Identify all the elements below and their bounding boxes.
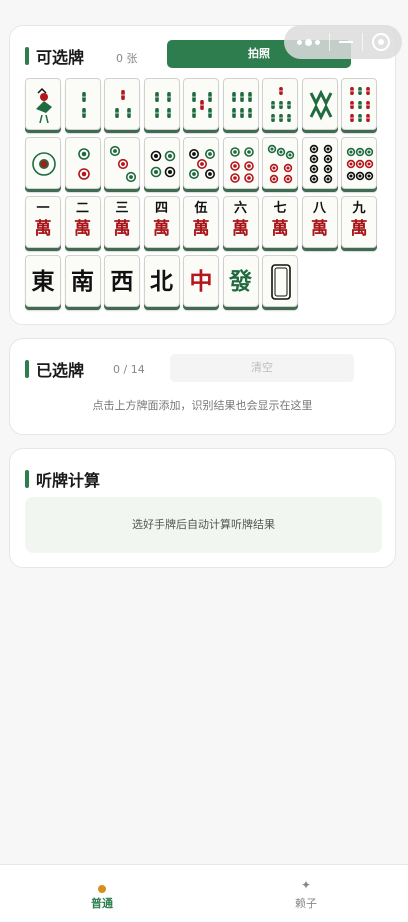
bamboo-tile-2[interactable]: [64, 78, 101, 130]
bamboo-tile-6[interactable]: [222, 78, 259, 130]
character-suit-glyph: 萬: [311, 219, 328, 239]
dots-tile-6[interactable]: [222, 137, 259, 189]
clear-button[interactable]: 清空: [170, 354, 354, 382]
character-tile-4[interactable]: 四萬: [143, 196, 180, 248]
character-numeral: 七: [273, 201, 287, 216]
dots-tile-5[interactable]: [183, 137, 219, 189]
honor-glyph-west: 西: [110, 268, 134, 295]
selected-tiles-card: 已选牌 0 / 14 清空 点击上方牌面添加，识别结果也会显示在这里: [9, 338, 396, 435]
honor-tile-green[interactable]: 發: [222, 255, 259, 307]
honor-tile-north[interactable]: 北: [143, 255, 180, 307]
ting-result-box: 选好手牌后自动计算听牌结果: [25, 497, 382, 553]
dots-tile-9[interactable]: [341, 137, 377, 189]
character-suit-glyph: 萬: [74, 219, 91, 239]
bamboo-tile-8[interactable]: [301, 78, 338, 130]
title-accent-bar: [25, 360, 29, 378]
selectable-count: 0 张: [116, 52, 138, 65]
title-accent-bar: [25, 470, 29, 488]
character-tile-6[interactable]: 六萬: [222, 196, 259, 248]
character-tile-3[interactable]: 三萬: [104, 196, 140, 248]
character-numeral: 六: [233, 201, 247, 216]
character-tile-5[interactable]: 伍萬: [183, 196, 219, 248]
honor-tile-west[interactable]: 西: [104, 255, 140, 307]
character-suit-glyph: 萬: [271, 219, 289, 239]
honor-glyph-east: 東: [31, 268, 55, 295]
selectable-header: 可选牌: [25, 46, 85, 67]
honor-tile-south[interactable]: 南: [64, 255, 101, 307]
character-numeral: 二: [75, 201, 89, 216]
selectable-tiles-card: 可选牌 0 张 拍照 一萬二萬三萬四萬伍萬六萬七萬八萬九萬東南西北中發: [9, 25, 396, 325]
character-numeral: 九: [352, 201, 366, 216]
bamboo-tile-1[interactable]: [25, 78, 61, 130]
honor-glyph-green: 發: [229, 268, 252, 295]
capsule-divider: [328, 33, 330, 51]
tab-normal-label: 普通: [91, 897, 113, 910]
character-tile-9[interactable]: 九萬: [341, 196, 377, 248]
character-suit-glyph: 萬: [350, 219, 368, 239]
bamboo-tile-7[interactable]: [262, 78, 298, 130]
character-tile-8[interactable]: 八萬: [301, 196, 338, 248]
character-suit-glyph: 萬: [113, 219, 131, 239]
tab-laizi[interactable]: ✦ 赖子: [204, 865, 408, 922]
character-tile-1[interactable]: 一萬: [25, 196, 61, 248]
honor-tile-east[interactable]: 東: [25, 255, 61, 307]
honor-tile-red[interactable]: 中: [183, 255, 219, 307]
minimize-icon[interactable]: [338, 41, 353, 43]
bamboo-tile-9[interactable]: [341, 78, 377, 130]
ting-placeholder: 选好手牌后自动计算听牌结果: [132, 518, 275, 531]
character-numeral: 一: [36, 201, 50, 216]
tab-laizi-label: 赖子: [295, 897, 317, 910]
character-suit-glyph: 萬: [153, 219, 170, 239]
dots-tile-8[interactable]: [301, 137, 338, 189]
character-numeral: 八: [312, 201, 326, 216]
sparkle-icon: ✦: [300, 878, 312, 892]
dots-tile-7[interactable]: [262, 137, 298, 189]
honor-glyph-red: 中: [189, 268, 213, 295]
dots-tile-1[interactable]: [25, 137, 61, 189]
dots-tile-3[interactable]: [104, 137, 140, 189]
ting-title: 听牌计算: [36, 471, 101, 490]
dots-tile-4[interactable]: [143, 137, 180, 189]
bamboo-tile-5[interactable]: [183, 78, 219, 130]
close-icon[interactable]: [371, 33, 390, 51]
selected-hint: 点击上方牌面添加，识别结果也会显示在这里: [92, 399, 313, 412]
selected-title: 已选牌: [36, 361, 85, 380]
selected-header: 已选牌: [25, 359, 85, 380]
character-suit-glyph: 萬: [34, 219, 52, 239]
bamboo-tile-3[interactable]: [104, 78, 140, 130]
dots-tile-2[interactable]: [64, 137, 101, 189]
miniprogram-capsule: [284, 25, 402, 59]
bottom-tab-bar: 普通 ✦ 赖子: [0, 864, 408, 922]
character-suit-glyph: 萬: [192, 219, 210, 239]
title-accent-bar: [25, 47, 29, 65]
honor-glyph-south: 南: [71, 268, 94, 295]
character-tile-7[interactable]: 七萬: [262, 196, 298, 248]
honor-tile-white[interactable]: [262, 255, 298, 307]
bamboo-tile-4[interactable]: [143, 78, 180, 130]
ting-header: 听牌计算: [25, 469, 101, 490]
character-numeral: 三: [115, 201, 129, 216]
capsule-divider: [361, 33, 363, 51]
ting-card: 听牌计算 选好手牌后自动计算听牌结果: [9, 448, 396, 568]
tab-normal[interactable]: 普通: [0, 865, 204, 922]
selected-count: 0 / 14: [113, 363, 145, 376]
character-numeral: 伍: [194, 201, 208, 216]
more-icon[interactable]: [296, 38, 320, 46]
selectable-title: 可选牌: [36, 48, 85, 67]
honor-glyph-north: 北: [150, 268, 173, 295]
character-suit-glyph: 萬: [232, 219, 249, 239]
active-dot-icon: [98, 885, 106, 893]
character-numeral: 四: [154, 201, 168, 216]
character-tile-2[interactable]: 二萬: [64, 196, 101, 248]
